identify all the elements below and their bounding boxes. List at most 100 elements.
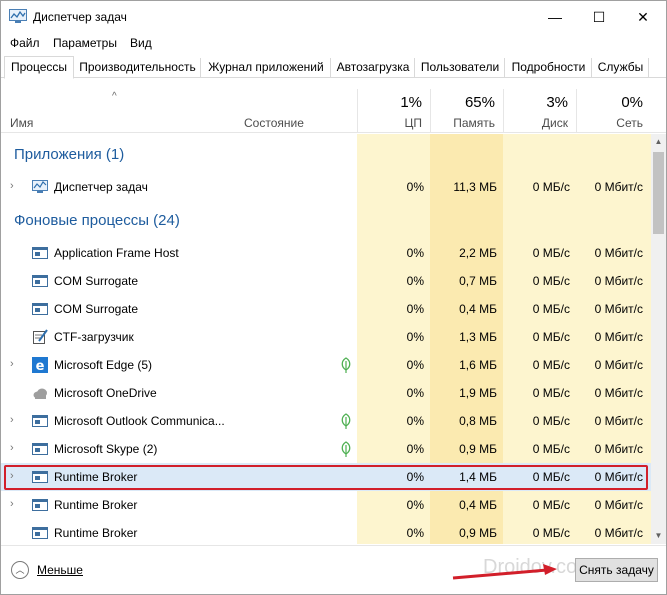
process-name: Runtime Broker	[54, 526, 138, 540]
fewer-details-link[interactable]: Меньше	[37, 563, 83, 577]
process-row[interactable]: › Microsoft Skype (2) 0% 0,9 МБ 0 МБ/с 0 Мбит…	[1, 435, 651, 463]
cpu-value: 0%	[406, 386, 424, 400]
column-headers: ^ Имя Состояние 1% ЦП 65% Память 3% Диск…	[1, 89, 666, 133]
process-row[interactable]: › Диспетчер задач 0% 11,3 МБ 0 МБ/с 0 Мбит/с	[1, 173, 651, 201]
disk-value: 0 МБ/с	[532, 330, 570, 344]
menu-options[interactable]: Параметры	[53, 36, 117, 50]
group-title-background: Фоновые процессы (24)	[14, 212, 180, 229]
process-name: COM Surrogate	[54, 302, 139, 316]
column-header-memory[interactable]: 65% Память	[430, 89, 503, 133]
expand-chevron-icon[interactable]: ›	[10, 414, 14, 426]
cpu-total: 1%	[400, 94, 422, 111]
group-header-background: Фоновые процессы (24)	[1, 208, 651, 236]
process-name: Диспетчер задач	[54, 180, 148, 194]
menu-bar: Файл Параметры Вид	[1, 33, 666, 53]
minimize-icon: —	[548, 9, 562, 25]
menu-view[interactable]: Вид	[130, 36, 152, 50]
minimize-button[interactable]: —	[533, 1, 577, 33]
cpu-value: 0%	[406, 498, 424, 512]
process-row[interactable]: › Runtime Broker 0% 0,4 МБ 0 МБ/с 0 Мбит/с	[1, 491, 651, 519]
expand-chevron-icon[interactable]: ›	[10, 358, 14, 370]
tab-app-history[interactable]: Журнал приложений	[202, 58, 331, 78]
process-row[interactable]: Runtime Broker 0% 0,9 МБ 0 МБ/с 0 Мбит/с	[1, 519, 651, 544]
expand-chevron-icon[interactable]: ›	[10, 180, 14, 192]
footer-bar: ︿ Меньше Droidov.com Снять задачу	[1, 545, 666, 594]
window-icon	[32, 301, 48, 317]
memory-value: 0,9 МБ	[459, 526, 497, 540]
disk-value: 0 МБ/с	[532, 526, 570, 540]
network-value: 0 Мбит/с	[594, 302, 643, 316]
tab-performance[interactable]: Производительность	[75, 58, 201, 78]
disk-label: Диск	[541, 116, 568, 130]
task-manager-window: Диспетчер задач — ☐ ✕ Файл Параметры Вид…	[0, 0, 667, 595]
network-value: 0 Мбит/с	[594, 274, 643, 288]
process-name: Application Frame Host	[54, 246, 179, 260]
column-header-network[interactable]: 0% Сеть	[576, 89, 651, 133]
memory-value: 0,4 МБ	[459, 302, 497, 316]
scroll-up-icon[interactable]: ▲	[651, 134, 666, 150]
tab-services[interactable]: Службы	[593, 58, 649, 78]
process-row[interactable]: COM Surrogate 0% 0,7 МБ 0 МБ/с 0 Мбит/с	[1, 267, 651, 295]
menu-file[interactable]: Файл	[10, 36, 40, 50]
memory-label: Память	[453, 116, 495, 130]
maximize-icon: ☐	[592, 8, 606, 25]
memory-value: 0,7 МБ	[459, 274, 497, 288]
vertical-scrollbar[interactable]: ▲ ▼	[651, 134, 666, 544]
scroll-thumb[interactable]	[653, 152, 664, 234]
scroll-down-icon[interactable]: ▼	[651, 528, 666, 544]
column-header-name[interactable]: Имя	[10, 116, 33, 130]
end-task-button[interactable]: Снять задачу	[575, 558, 658, 582]
task-manager-icon	[9, 9, 27, 23]
cpu-value: 0%	[406, 180, 424, 194]
close-icon: ✕	[637, 8, 649, 25]
column-header-cpu[interactable]: 1% ЦП	[357, 89, 430, 133]
process-row[interactable]: Microsoft OneDrive 0% 1,9 МБ 0 МБ/с 0 Мбит/с	[1, 379, 651, 407]
network-value: 0 Мбит/с	[594, 470, 643, 484]
column-header-status[interactable]: Состояние	[244, 116, 304, 130]
tab-users[interactable]: Пользователи	[416, 58, 505, 78]
column-header-disk[interactable]: 3% Диск	[503, 89, 576, 133]
cloud-icon	[32, 385, 48, 401]
expand-chevron-icon[interactable]: ›	[10, 498, 14, 510]
leaf-icon	[340, 413, 352, 429]
cpu-value: 0%	[406, 274, 424, 288]
disk-value: 0 МБ/с	[532, 302, 570, 316]
disk-value: 0 МБ/с	[532, 498, 570, 512]
process-row[interactable]: COM Surrogate 0% 0,4 МБ 0 МБ/с 0 Мбит/с	[1, 295, 651, 323]
disk-value: 0 МБ/с	[532, 470, 570, 484]
tab-startup[interactable]: Автозагрузка	[332, 58, 415, 78]
maximize-button[interactable]: ☐	[577, 1, 621, 33]
expand-chevron-icon[interactable]: ›	[10, 470, 14, 482]
memory-value: 11,3 МБ	[453, 180, 497, 194]
window-icon	[32, 413, 48, 429]
sort-arrow-icon: ^	[112, 91, 117, 102]
process-row[interactable]: › Microsoft Outlook Communica... 0% 0,8 МБ 0…	[1, 407, 651, 435]
window-icon	[32, 469, 48, 485]
process-name: Runtime Broker	[54, 498, 138, 512]
process-row[interactable]: CTF-загрузчик 0% 1,3 МБ 0 МБ/с 0 Мбит/с	[1, 323, 651, 351]
disk-value: 0 МБ/с	[532, 386, 570, 400]
tab-details[interactable]: Подробности	[506, 58, 592, 78]
process-row[interactable]: Application Frame Host 0% 2,2 МБ 0 МБ/с 0 Мб…	[1, 239, 651, 267]
red-arrow-annotation	[452, 564, 557, 580]
leaf-icon	[340, 441, 352, 457]
network-value: 0 Мбит/с	[594, 386, 643, 400]
process-row[interactable]: › Runtime Broker 0% 1,4 МБ 0 МБ/с 0 Мбит/с	[1, 463, 651, 491]
title-bar[interactable]: Диспетчер задач — ☐ ✕	[1, 1, 666, 33]
process-row[interactable]: › e Microsoft Edge (5) 0% 1,6 МБ 0 МБ/с 0 Мбит…	[1, 351, 651, 379]
process-name: Microsoft OneDrive	[54, 386, 157, 400]
group-title-apps: Приложения (1)	[14, 146, 125, 163]
cpu-value: 0%	[406, 442, 424, 456]
expand-chevron-icon[interactable]: ›	[10, 442, 14, 454]
memory-value: 0,4 МБ	[459, 498, 497, 512]
cpu-value: 0%	[406, 246, 424, 260]
chevron-up-icon[interactable]: ︿	[11, 561, 29, 579]
process-name: Microsoft Skype (2)	[54, 442, 158, 456]
task-manager-icon	[32, 179, 48, 195]
process-list: Приложения (1) Фоновые процессы (24) › Ди…	[1, 134, 651, 544]
svg-text:e: e	[36, 359, 45, 373]
network-value: 0 Мбит/с	[594, 498, 643, 512]
tab-processes[interactable]: Процессы	[4, 56, 74, 79]
close-button[interactable]: ✕	[621, 1, 665, 33]
memory-value: 1,6 МБ	[459, 358, 497, 372]
